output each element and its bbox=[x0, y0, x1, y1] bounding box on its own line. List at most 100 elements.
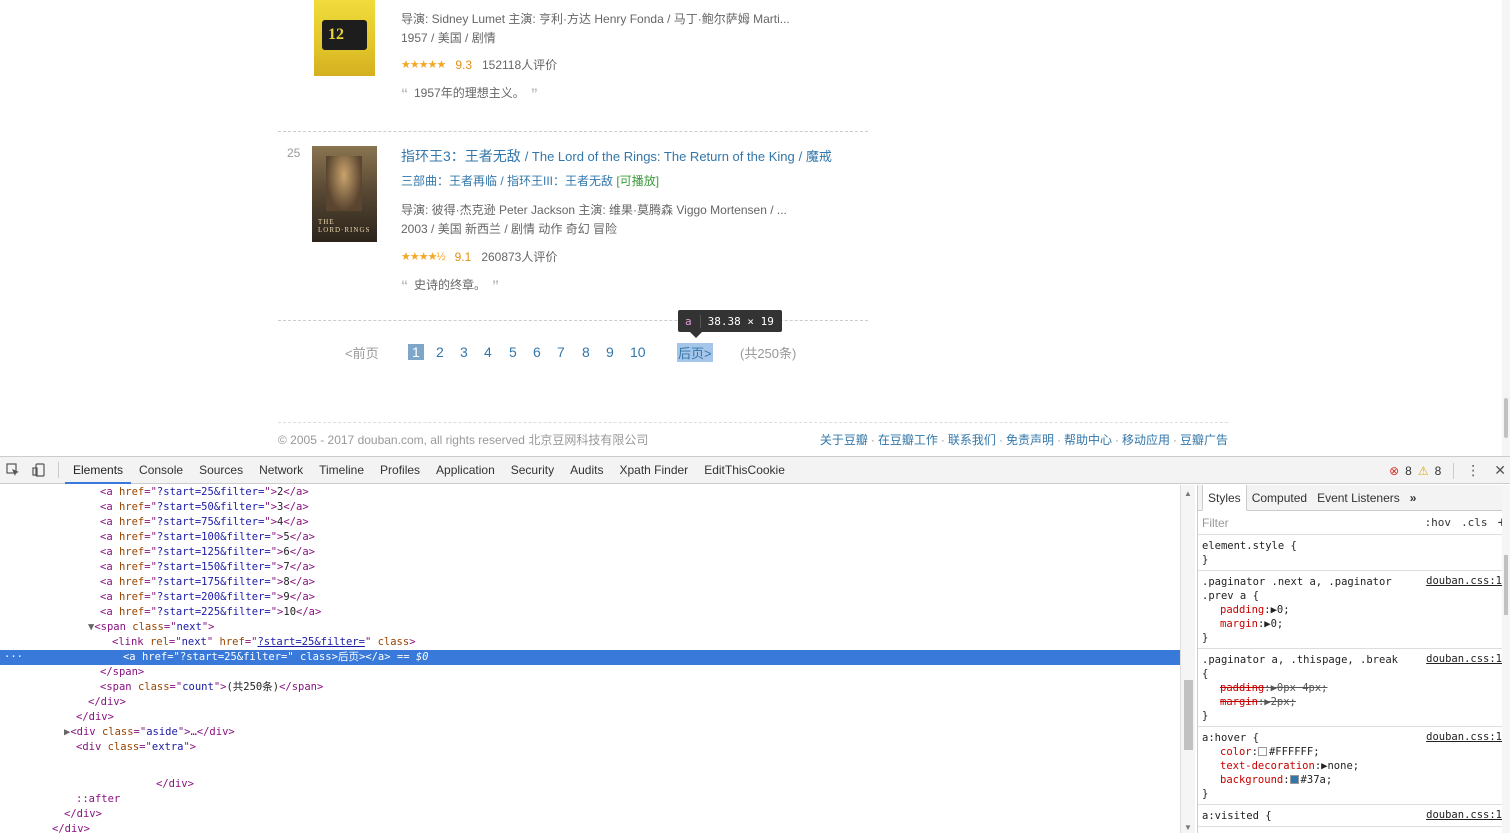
tab-xpath-finder[interactable]: Xpath Finder bbox=[611, 457, 696, 484]
footer-link-mobile[interactable]: 移动应用 bbox=[1122, 433, 1170, 447]
hov-button[interactable]: :hov bbox=[1425, 516, 1452, 529]
style-property[interactable]: padding bbox=[1220, 604, 1264, 616]
tab-event-listeners[interactable]: Event Listeners bbox=[1312, 485, 1405, 511]
tab-network[interactable]: Network bbox=[251, 457, 311, 484]
tab-profiles[interactable]: Profiles bbox=[372, 457, 428, 484]
rule-source-link[interactable]: douban.css:1 bbox=[1426, 653, 1502, 665]
footer-link-disclaimer[interactable]: 免责声明 bbox=[1006, 433, 1054, 447]
page-link-6[interactable]: 6 bbox=[533, 344, 541, 360]
footer-link-contact[interactable]: 联系我们 bbox=[948, 433, 996, 447]
styles-scrollbar-thumb[interactable] bbox=[1504, 555, 1508, 615]
playable-badge[interactable]: [可播放] bbox=[616, 174, 659, 188]
footer-link-help[interactable]: 帮助中心 bbox=[1064, 433, 1112, 447]
footer-link-ads[interactable]: 豆瓣广告 bbox=[1180, 433, 1228, 447]
dom-node-span-next[interactable]: ▼<span class="next"> bbox=[0, 620, 1180, 635]
device-toggle-icon[interactable] bbox=[26, 457, 52, 484]
style-property[interactable]: text-decoration bbox=[1220, 760, 1315, 772]
style-declaration[interactable]: margin:▶0; bbox=[1202, 617, 1506, 631]
style-value[interactable]: 0px 4px; bbox=[1277, 682, 1328, 694]
dom-node-close[interactable]: </div> bbox=[0, 807, 1180, 822]
dom-node-extra[interactable]: <div class="extra"> bbox=[0, 740, 1180, 755]
footer-link-jobs[interactable]: 在豆瓣工作 bbox=[878, 433, 938, 447]
movie-poster[interactable]: 12 bbox=[314, 0, 375, 76]
color-swatch[interactable] bbox=[1257, 747, 1267, 756]
color-swatch[interactable] bbox=[1289, 775, 1299, 784]
more-options-icon[interactable]: ⋮ bbox=[1466, 462, 1480, 479]
style-rule[interactable]: a:visited {douban.css:1 bbox=[1198, 805, 1510, 827]
rule-source-link[interactable]: douban.css:1 bbox=[1426, 809, 1502, 821]
dom-node-page-link[interactable]: <a href="?start=75&filter=">4</a> bbox=[0, 515, 1180, 530]
dom-node-page-link[interactable]: <a href="?start=150&filter=">7</a> bbox=[0, 560, 1180, 575]
next-page-link[interactable]: 后页> bbox=[677, 342, 713, 362]
tab-sources[interactable]: Sources bbox=[191, 457, 251, 484]
warning-icon[interactable]: ⚠ bbox=[1418, 464, 1429, 478]
dom-node-page-link[interactable]: <a href="?start=50&filter=">3</a> bbox=[0, 500, 1180, 515]
tab-audits[interactable]: Audits bbox=[562, 457, 611, 484]
error-icon[interactable]: ⊗ bbox=[1389, 464, 1399, 478]
cls-button[interactable]: .cls bbox=[1461, 516, 1488, 529]
close-icon[interactable]: ✕ bbox=[1494, 462, 1506, 479]
style-property[interactable]: margin bbox=[1220, 618, 1258, 630]
scroll-down-icon[interactable]: ▼ bbox=[1184, 823, 1192, 832]
style-property[interactable]: padding bbox=[1220, 682, 1264, 694]
style-value[interactable]: 0; bbox=[1271, 618, 1284, 630]
style-rule[interactable]: .paginator a, .thispage, .break{douban.c… bbox=[1198, 649, 1510, 727]
dom-node-page-link[interactable]: <a href="?start=225&filter=">10</a> bbox=[0, 605, 1180, 620]
movie-poster[interactable]: THE LORD·RINGS bbox=[312, 146, 377, 242]
page-link-8[interactable]: 8 bbox=[582, 344, 590, 360]
rule-source-link[interactable]: douban.css:1 bbox=[1426, 575, 1502, 587]
page-link-4[interactable]: 4 bbox=[484, 344, 492, 360]
dom-node-after[interactable]: ::after bbox=[0, 792, 1180, 807]
style-value[interactable]: 2px; bbox=[1271, 696, 1296, 708]
tab-elements[interactable]: Elements bbox=[65, 457, 132, 484]
dom-node-page-link[interactable]: <a href="?start=25&filter=">2</a> bbox=[0, 485, 1180, 500]
dom-node-page-link[interactable]: <a href="?start=100&filter=">5</a> bbox=[0, 530, 1180, 545]
styles-filter-input[interactable]: Filter bbox=[1202, 516, 1229, 530]
page-link-7[interactable]: 7 bbox=[557, 344, 565, 360]
dom-node-page-link[interactable]: <a href="?start=125&filter=">6</a> bbox=[0, 545, 1180, 560]
footer-link-about[interactable]: 关于豆瓣 bbox=[820, 433, 868, 447]
style-rule[interactable]: .paginator .next a, .paginator .prev a {d… bbox=[1198, 571, 1510, 649]
style-rule[interactable]: a:hover {douban.css:1 color: #FFFFFF; text-… bbox=[1198, 727, 1510, 805]
dom-node-close[interactable]: </div> bbox=[0, 710, 1180, 725]
movie-title-other2[interactable]: / 魔戒 bbox=[799, 149, 832, 164]
dom-node-link[interactable]: <link rel="next" href="?start=25&filter=… bbox=[0, 635, 1180, 650]
page-scrollbar[interactable] bbox=[1502, 0, 1510, 456]
movie-title-other[interactable]: / The Lord of the Rings: The Return of t… bbox=[525, 149, 795, 164]
elements-scrollbar[interactable]: ▲ ▼ bbox=[1180, 485, 1195, 833]
page-link-10[interactable]: 10 bbox=[630, 344, 646, 360]
style-property[interactable]: color bbox=[1220, 746, 1252, 758]
page-scrollbar-thumb[interactable] bbox=[1504, 398, 1508, 438]
style-value[interactable]: none; bbox=[1327, 760, 1359, 772]
style-value[interactable]: 0; bbox=[1277, 604, 1290, 616]
more-tabs-icon[interactable]: » bbox=[1405, 485, 1422, 511]
attr-link[interactable]: ?start=25&filter= bbox=[257, 636, 364, 648]
warning-count[interactable]: 8 bbox=[1435, 464, 1442, 478]
style-declaration[interactable]: background: #37a; bbox=[1202, 773, 1506, 787]
tab-editthiscookie[interactable]: EditThisCookie bbox=[696, 457, 793, 484]
dom-node-close[interactable]: </div> bbox=[0, 777, 1180, 792]
tab-styles[interactable]: Styles bbox=[1202, 485, 1247, 511]
page-link-5[interactable]: 5 bbox=[509, 344, 517, 360]
dom-node-span-count[interactable]: <span class="count">(共250条)</span> bbox=[0, 680, 1180, 695]
dom-node-close[interactable]: </span> bbox=[0, 665, 1180, 680]
style-rule[interactable]: element.style {} bbox=[1198, 535, 1510, 571]
style-declaration[interactable]: padding:▶0px 4px; bbox=[1202, 681, 1506, 695]
elements-tree[interactable]: <a href="?start=25&filter=">2</a> <a href… bbox=[0, 485, 1180, 833]
dom-node-page-link[interactable]: <a href="?start=175&filter=">8</a> bbox=[0, 575, 1180, 590]
tab-application[interactable]: Application bbox=[428, 457, 503, 484]
style-declaration[interactable]: text-decoration:▶none; bbox=[1202, 759, 1506, 773]
style-declaration[interactable]: padding:▶0; bbox=[1202, 603, 1506, 617]
tab-timeline[interactable]: Timeline bbox=[311, 457, 372, 484]
style-declaration[interactable]: margin:▶2px; bbox=[1202, 695, 1506, 709]
movie-title[interactable]: 指环王3：王者无敌 / The Lord of the Rings: The R… bbox=[401, 146, 871, 166]
style-value[interactable]: #FFFFFF; bbox=[1269, 746, 1320, 758]
page-link-9[interactable]: 9 bbox=[606, 344, 614, 360]
style-property[interactable]: margin bbox=[1220, 696, 1258, 708]
dom-node-selected[interactable]: ··· <a href="?start=25&filter=" class>后页>… bbox=[0, 650, 1180, 665]
movie-title-main[interactable]: 指环王3：王者无敌 bbox=[401, 148, 521, 164]
style-declaration[interactable]: color: #FFFFFF; bbox=[1202, 745, 1506, 759]
style-value[interactable]: #37a; bbox=[1301, 774, 1333, 786]
page-link-2[interactable]: 2 bbox=[436, 344, 444, 360]
inspect-element-icon[interactable] bbox=[0, 457, 26, 484]
